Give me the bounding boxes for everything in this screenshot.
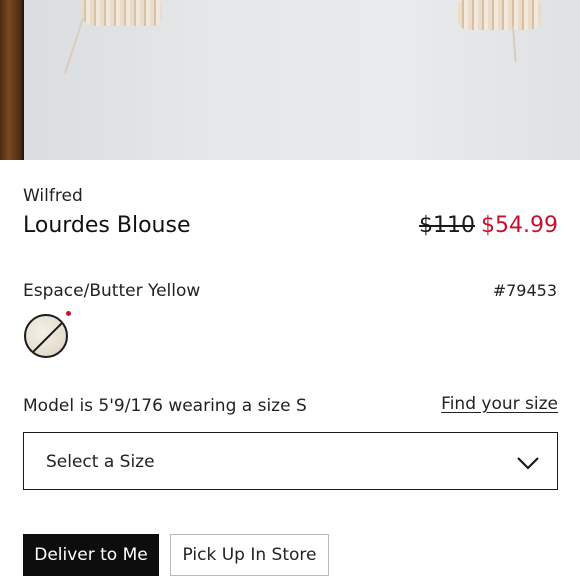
- blouse-fabric-right: [458, 0, 542, 30]
- model-size-info: Model is 5'9/176 wearing a size S: [23, 396, 307, 416]
- blouse-tie-right: [512, 25, 517, 62]
- sale-price: $54.99: [481, 213, 558, 238]
- blouse-tie-left: [64, 17, 84, 74]
- product-image: [0, 0, 580, 160]
- item-number: #79453: [492, 281, 557, 300]
- size-select-label: Select a Size: [46, 452, 155, 472]
- product-title: Lourdes Blouse: [23, 213, 191, 238]
- blouse-fabric-left: [80, 0, 162, 26]
- unavailable-slash: [27, 316, 66, 356]
- wood-panel: [0, 0, 24, 160]
- price: $110 $54.99: [419, 213, 558, 238]
- brand-name[interactable]: Wilfred: [23, 186, 83, 206]
- color-swatch-unavailable-icon[interactable]: [24, 314, 68, 358]
- find-your-size-link[interactable]: Find your size: [441, 394, 558, 414]
- original-price: $110: [419, 213, 476, 238]
- color-name: Espace/Butter Yellow: [23, 281, 201, 301]
- chevron-down-icon: [517, 457, 539, 470]
- deliver-to-me-button[interactable]: Deliver to Me: [23, 534, 159, 576]
- pick-up-in-store-button[interactable]: Pick Up In Store: [170, 534, 329, 576]
- size-select-dropdown[interactable]: Select a Size: [23, 432, 558, 490]
- selected-indicator-dot: [66, 311, 71, 316]
